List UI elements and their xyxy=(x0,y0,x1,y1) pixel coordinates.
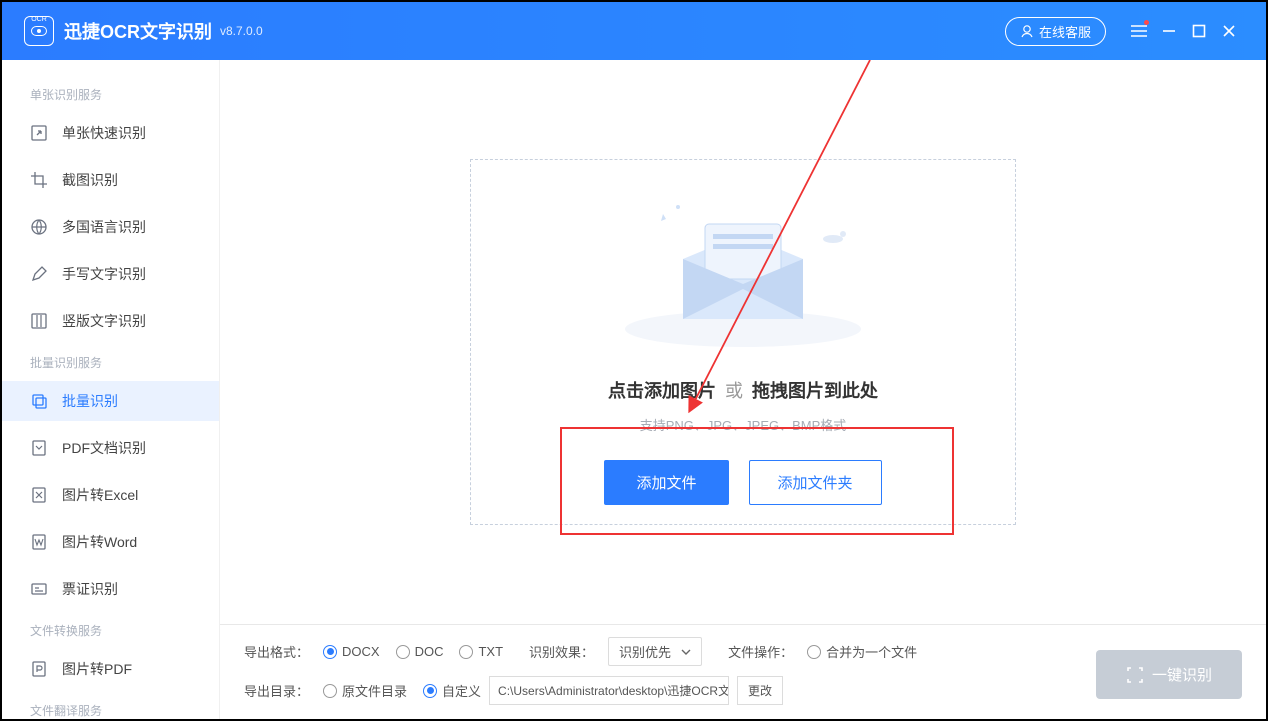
sidebar-section-convert: 文件转换服务 xyxy=(2,616,219,649)
sidebar-section-single: 单张识别服务 xyxy=(2,80,219,113)
nav-label: 图片转Excel xyxy=(62,485,138,505)
sidebar-item-excel[interactable]: 图片转Excel xyxy=(2,475,219,515)
p-icon xyxy=(30,660,48,678)
word-icon xyxy=(30,533,48,551)
excel-icon xyxy=(30,486,48,504)
radio-merge[interactable]: 合并为一个文件 xyxy=(807,642,917,661)
crop-icon xyxy=(30,171,48,189)
nav-label: 单张快速识别 xyxy=(62,123,146,143)
app-logo: OCR xyxy=(24,16,54,46)
sidebar-item-multilang[interactable]: 多国语言识别 xyxy=(2,207,219,247)
minimize-button[interactable] xyxy=(1154,16,1184,46)
effect-select[interactable]: 识别优先 xyxy=(608,637,702,666)
headset-icon xyxy=(1020,24,1034,38)
titlebar: OCR 迅捷OCR文字识别 v8.7.0.0 在线客服 xyxy=(2,2,1266,60)
file-op-label: 文件操作： xyxy=(728,642,793,661)
export-dir-label: 导出目录： xyxy=(244,681,309,700)
close-button[interactable] xyxy=(1214,16,1244,46)
nav-label: PDF文档识别 xyxy=(62,438,146,458)
nav-label: 竖版文字识别 xyxy=(62,311,146,331)
sidebar-item-vertical[interactable]: 竖版文字识别 xyxy=(2,301,219,341)
columns-icon xyxy=(30,312,48,330)
export-format-label: 导出格式： xyxy=(244,642,309,661)
add-folder-button[interactable]: 添加文件夹 xyxy=(749,460,882,505)
notification-dot xyxy=(1144,20,1149,25)
add-file-button[interactable]: 添加文件 xyxy=(604,460,728,505)
app-version: v8.7.0.0 xyxy=(220,24,263,38)
radio-custom-dir[interactable]: 自定义 xyxy=(423,681,481,700)
sidebar-item-screenshot[interactable]: 截图识别 xyxy=(2,160,219,200)
nav-label: 票证识别 xyxy=(62,579,118,599)
menu-button[interactable] xyxy=(1124,16,1154,46)
main-area: 点击添加图片 或 拖拽图片到此处 支持PNG、JPG、JPEG、BMP格式 添加… xyxy=(220,60,1266,719)
app-title: 迅捷OCR文字识别 xyxy=(64,18,212,44)
ticket-icon xyxy=(30,580,48,598)
sidebar: 单张识别服务 单张快速识别 截图识别 多国语言识别 手写文字识别 竖版文字识别 … xyxy=(2,60,220,719)
nav-label: 批量识别 xyxy=(62,391,118,411)
sidebar-item-single-fast[interactable]: 单张快速识别 xyxy=(2,113,219,153)
sidebar-item-handwriting[interactable]: 手写文字识别 xyxy=(2,254,219,294)
scan-icon xyxy=(1126,666,1144,684)
recognize-button[interactable]: 一键识别 xyxy=(1096,650,1242,699)
customer-service-button[interactable]: 在线客服 xyxy=(1005,17,1106,46)
supported-formats: 支持PNG、JPG、JPEG、BMP格式 xyxy=(640,415,847,434)
chevron-down-icon xyxy=(681,649,691,655)
maximize-button[interactable] xyxy=(1184,16,1214,46)
nav-label: 图片转PDF xyxy=(62,659,132,679)
nav-label: 手写文字识别 xyxy=(62,264,146,284)
drop-zone[interactable]: 点击添加图片 或 拖拽图片到此处 支持PNG、JPG、JPEG、BMP格式 添加… xyxy=(470,159,1016,525)
radio-txt[interactable]: TXT xyxy=(459,644,503,659)
effect-label: 识别效果： xyxy=(529,642,594,661)
sidebar-section-batch: 批量识别服务 xyxy=(2,348,219,381)
export-icon xyxy=(30,124,48,142)
pen-icon xyxy=(30,265,48,283)
sidebar-section-translate: 文件翻译服务 xyxy=(2,696,219,719)
upload-illustration xyxy=(613,179,873,349)
radio-original-dir[interactable]: 原文件目录 xyxy=(323,681,407,700)
export-format-group: DOCX DOC TXT xyxy=(323,644,503,659)
sidebar-item-batch[interactable]: 批量识别 xyxy=(2,381,219,421)
sidebar-item-ticket[interactable]: 票证识别 xyxy=(2,569,219,609)
nav-label: 多国语言识别 xyxy=(62,217,146,237)
copy-icon xyxy=(30,392,48,410)
globe-icon xyxy=(30,218,48,236)
customer-service-label: 在线客服 xyxy=(1039,22,1091,41)
radio-docx[interactable]: DOCX xyxy=(323,644,380,659)
export-path-input[interactable]: C:\Users\Administrator\desktop\迅捷OCR文 xyxy=(489,676,729,705)
nav-label: 图片转Word xyxy=(62,532,137,552)
radio-doc[interactable]: DOC xyxy=(396,644,444,659)
nav-label: 截图识别 xyxy=(62,170,118,190)
change-path-button[interactable]: 更改 xyxy=(737,676,783,705)
sidebar-item-pdf[interactable]: PDF文档识别 xyxy=(2,428,219,468)
drop-instruction: 点击添加图片 或 拖拽图片到此处 xyxy=(608,377,878,403)
sidebar-item-img2pdf[interactable]: 图片转PDF xyxy=(2,649,219,689)
sidebar-item-word[interactable]: 图片转Word xyxy=(2,522,219,562)
pdf-icon xyxy=(30,439,48,457)
